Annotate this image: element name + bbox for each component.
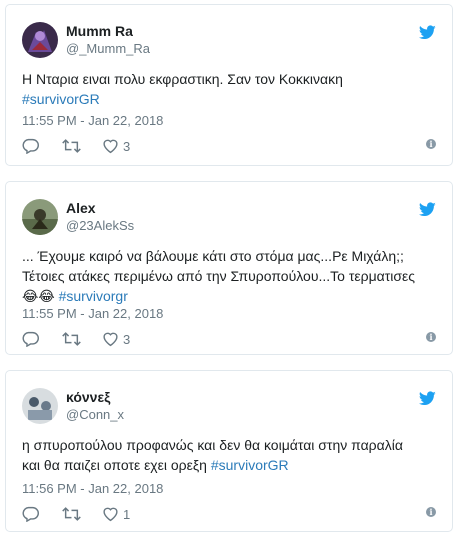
heart-icon [103,507,118,522]
retweet-button[interactable] [62,330,81,348]
avatar[interactable] [22,388,58,424]
tweet-timestamp[interactable]: 11:55 PM - Jan 22, 2018 [22,113,163,128]
reply-button[interactable] [22,505,39,523]
like-button[interactable]: 3 [102,137,130,155]
info-icon[interactable]: i [426,507,436,517]
tweet-text: ... Έχουμε καιρό να βάλουμε κάτι στο στό… [22,246,436,306]
retweet-icon [62,332,81,346]
twitter-bird-icon[interactable] [418,25,436,40]
user-name[interactable]: Alex [66,200,96,216]
tweet-actions: 3 i [22,330,436,350]
tweet-text-line: η σπυροπούλου προφανώς και δεν θα κοιμάτ… [22,437,403,453]
tweet-actions: 3 i [22,137,436,157]
hashtag-link[interactable]: #survivorGR [211,457,289,473]
like-count: 1 [123,506,131,522]
info-icon[interactable]: i [426,139,436,149]
tweet-text-line: Τέτοιες ατάκες περιμένω από την Σπυροπού… [22,268,416,284]
tweet-text-line: Η Νταρια ειναι πολυ εκφραστικη. Σαν τον … [22,71,343,87]
twitter-bird-icon[interactable] [418,391,436,406]
reply-icon [22,331,39,347]
tweet-text: Η Νταρια ειναι πολυ εκφραστικη. Σαν τον … [22,69,436,109]
avatar[interactable] [22,199,58,235]
retweet-button[interactable] [62,505,81,523]
tweet-timestamp[interactable]: 11:56 PM - Jan 22, 2018 [22,481,163,496]
emoji: 😂😂 [22,288,55,304]
reply-icon [22,138,39,154]
retweet-button[interactable] [62,137,81,155]
hashtag-link[interactable]: #survivorgr [59,288,128,304]
twitter-bird-icon[interactable] [418,202,436,217]
tweet-card[interactable]: κόννεξ @Conn_x η σπυροπούλου προφανώς κα… [5,370,453,532]
info-icon[interactable]: i [426,332,436,342]
tweet-text-line: ... Έχουμε καιρό να βάλουμε κάτι στο στό… [22,248,404,264]
heart-icon [103,332,118,347]
avatar[interactable] [22,22,58,58]
tweet-card[interactable]: Mumm Ra @_Mumm_Ra Η Νταρια ειναι πολυ εκ… [5,4,453,166]
user-name[interactable]: Mumm Ra [66,23,133,39]
tweet-timestamp[interactable]: 11:55 PM - Jan 22, 2018 [22,306,163,321]
retweet-icon [62,507,81,521]
tweet-text: η σπυροπούλου προφανώς και δεν θα κοιμάτ… [22,435,436,475]
like-button[interactable]: 3 [102,330,130,348]
like-button[interactable]: 1 [102,505,130,523]
tweet-text-line: και θα παιζει οποτε εχει ορεξη [22,457,207,473]
user-handle[interactable]: @_Mumm_Ra [66,41,150,56]
heart-icon [103,139,118,154]
tweet-actions: 1 i [22,505,436,525]
user-handle[interactable]: @Conn_x [66,407,124,422]
hashtag-link[interactable]: #survivorGR [22,91,100,107]
like-count: 3 [123,138,131,154]
user-name[interactable]: κόννεξ [66,389,110,405]
like-count: 3 [123,331,131,347]
reply-button[interactable] [22,137,39,155]
user-handle[interactable]: @23AlekSs [66,218,134,233]
reply-button[interactable] [22,330,39,348]
retweet-icon [62,139,81,153]
reply-icon [22,506,39,522]
tweet-card[interactable]: Alex @23AlekSs ... Έχουμε καιρό να βάλου… [5,181,453,355]
